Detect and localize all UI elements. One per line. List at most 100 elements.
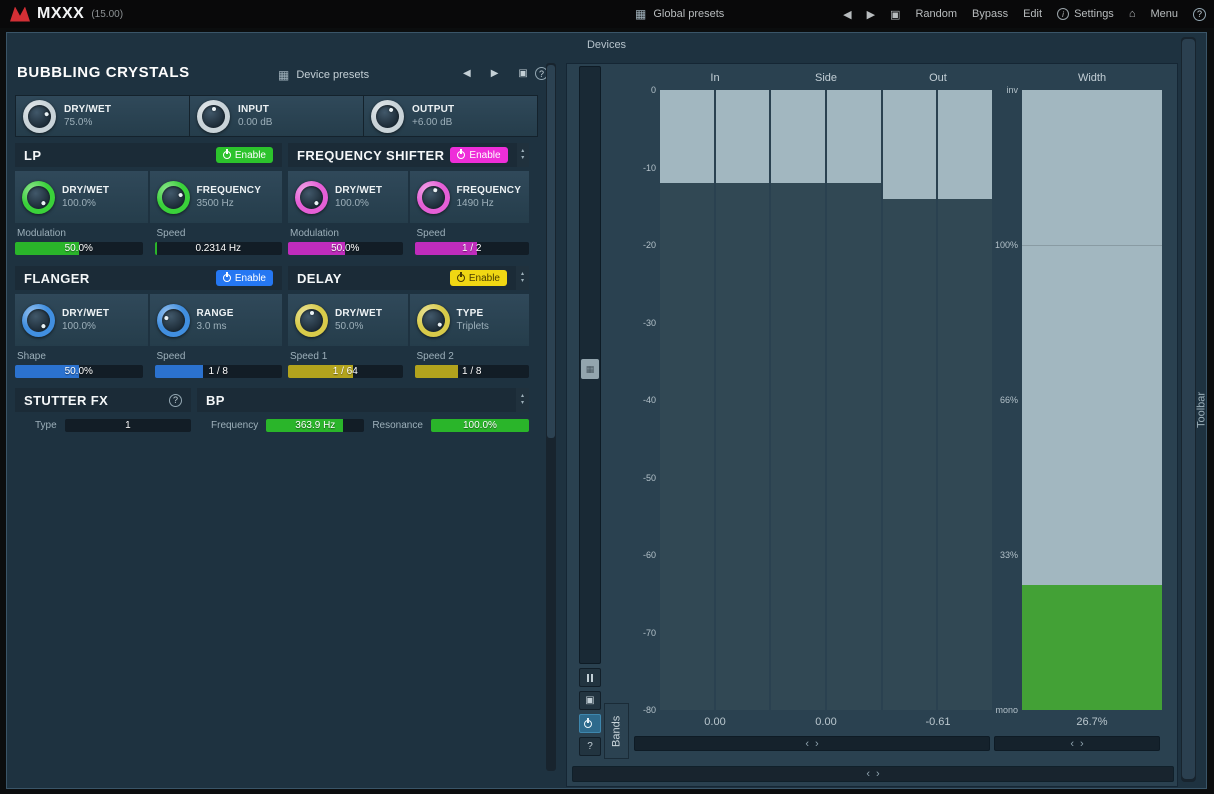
input-knob[interactable] <box>197 100 230 133</box>
device-prev-button[interactable]: ◀ <box>463 68 471 79</box>
random-button[interactable]: Random <box>915 8 957 20</box>
stutter-help-icon[interactable]: ? <box>169 394 182 407</box>
module-title: BP <box>206 393 510 408</box>
scrollbar-thumb[interactable] <box>1182 39 1195 779</box>
slider-value: 100.0% <box>431 419 529 432</box>
width-meter <box>1022 90 1162 710</box>
scroll-right-icon[interactable]: › <box>815 738 819 750</box>
delay-dry-wet-cell: DRY/WET 50.0% <box>288 294 408 346</box>
meter-zoom-slider[interactable]: ▦ <box>579 66 601 664</box>
width-horizontal-scrollbar[interactable]: ‹ › <box>994 736 1160 751</box>
panel-horizontal-scrollbar[interactable]: ‹ › <box>572 766 1174 782</box>
scroll-left-icon[interactable]: ‹ <box>805 738 809 750</box>
delay-enable-button[interactable]: Enable <box>450 270 507 286</box>
tab-bands[interactable]: Bands <box>604 703 629 759</box>
lp-frequency-cell: FREQUENCY 3500 Hz <box>150 171 283 223</box>
settings-button[interactable]: i Settings <box>1057 8 1114 20</box>
scroll-left-icon[interactable]: ‹ <box>1070 738 1074 750</box>
knob-label: DRY/WET <box>64 103 111 116</box>
speed-slider[interactable]: Speed 0.2314 Hz <box>155 226 283 255</box>
modulation-slider[interactable]: Modulation 50.0% <box>15 226 143 255</box>
speed-slider[interactable]: Speed 1 / 2 <box>415 226 530 255</box>
frequency-knob[interactable] <box>417 181 450 214</box>
home-icon[interactable]: ⌂ <box>1129 8 1136 20</box>
knob-pointer <box>366 94 410 138</box>
dry-wet-knob[interactable] <box>22 181 55 214</box>
screenshot-icon[interactable]: ▣ <box>890 8 900 21</box>
module-delay: DELAY Enable ▴▾ DRY/WET 50.0% TYPE Tripl <box>288 266 529 378</box>
slider-value: 1 <box>65 419 191 432</box>
slider-value: 363.9 Hz <box>266 419 364 432</box>
knob-label: TYPE <box>457 307 489 320</box>
meter-power-button[interactable] <box>579 714 601 733</box>
output-knob[interactable] <box>371 100 404 133</box>
module-spinner[interactable]: ▴▾ <box>517 143 529 167</box>
speed-2-slider[interactable]: Speed 2 1 / 8 <box>415 349 530 378</box>
knob-pointer <box>15 174 62 221</box>
previous-preset-button[interactable]: ◀ <box>843 8 851 21</box>
fs-dry-wet-cell: DRY/WET 100.0% <box>288 171 408 223</box>
type-knob[interactable] <box>417 304 450 337</box>
frequency-knob[interactable] <box>157 181 190 214</box>
menu-button[interactable]: Menu <box>1150 8 1178 20</box>
slider-handle[interactable]: ▦ <box>581 359 599 379</box>
detach-window-button[interactable]: ▣ <box>579 691 601 710</box>
lp-enable-button[interactable]: Enable <box>216 147 273 163</box>
meter-help-button[interactable]: ? <box>579 737 601 756</box>
slider-label: Frequency <box>211 420 258 431</box>
pause-button[interactable] <box>579 668 601 687</box>
range-knob[interactable] <box>157 304 190 337</box>
flanger-dry-wet-cell: DRY/WET 100.0% <box>15 294 148 346</box>
master-controls: DRY/WET 75.0% INPUT 0.00 dB OUTPUT +6.00… <box>15 95 538 137</box>
dry-wet-knob[interactable] <box>295 181 328 214</box>
tab-toolbar[interactable]: Toolbar <box>1195 378 1208 442</box>
meter-horizontal-scrollbar[interactable]: ‹ › <box>634 736 990 751</box>
meter-group-label-side: Side <box>771 72 881 84</box>
tab-devices[interactable]: Devices <box>7 39 1206 51</box>
slider-label: Shape <box>17 351 143 363</box>
scrollbar-thumb[interactable] <box>547 65 555 438</box>
flanger-enable-button[interactable]: Enable <box>216 270 273 286</box>
type-slider[interactable]: 1 <box>65 419 191 432</box>
frequency-shifter-enable-button[interactable]: Enable <box>450 147 507 163</box>
slider-label: Modulation <box>290 228 403 240</box>
knob-pointer <box>153 300 193 340</box>
module-spinner[interactable]: ▴▾ <box>516 266 529 290</box>
modulation-slider[interactable]: Modulation 50.0% <box>288 226 403 255</box>
module-header: LP Enable <box>15 143 282 167</box>
knob-value: Triplets <box>457 320 489 333</box>
device-panel-scrollbar[interactable] <box>546 63 556 771</box>
knob-pointer <box>410 297 455 342</box>
knob-label: DRY/WET <box>335 184 382 197</box>
device-next-button[interactable]: ▶ <box>491 68 499 79</box>
global-presets-button[interactable]: ▦ Global presets <box>635 0 724 28</box>
vertical-scrollbar[interactable] <box>1181 37 1196 782</box>
knob-pointer <box>197 100 230 133</box>
scroll-right-icon[interactable]: › <box>876 768 880 780</box>
speed-1-slider[interactable]: Speed 1 1 / 64 <box>288 349 403 378</box>
knob-value: 100.0% <box>62 197 109 210</box>
module-header: DELAY Enable ▴▾ <box>288 266 529 290</box>
help-icon[interactable]: ? <box>1193 8 1206 21</box>
module-spinner[interactable]: ▴▾ <box>516 388 529 412</box>
edit-button[interactable]: Edit <box>1023 8 1042 20</box>
knob-value: 100.0% <box>62 320 109 333</box>
slider-value: 0.2314 Hz <box>155 242 283 255</box>
next-preset-button[interactable]: ▶ <box>867 8 875 21</box>
dry-wet-knob[interactable] <box>23 100 56 133</box>
device-screenshot-icon[interactable]: ▣ <box>518 68 527 79</box>
device-presets-button[interactable]: ▦ Device presets <box>278 68 369 82</box>
knob-pointer <box>18 95 61 138</box>
dry-wet-knob[interactable] <box>295 304 328 337</box>
slider-label: Speed <box>157 228 283 240</box>
knob-label: DRY/WET <box>62 307 109 320</box>
bypass-button[interactable]: Bypass <box>972 8 1008 20</box>
speed-slider[interactable]: Speed 1 / 8 <box>155 349 283 378</box>
dry-wet-knob[interactable] <box>22 304 55 337</box>
resonance-slider[interactable]: 100.0% <box>431 419 529 432</box>
scroll-left-icon[interactable]: ‹ <box>866 768 870 780</box>
scroll-right-icon[interactable]: › <box>1080 738 1084 750</box>
frequency-slider[interactable]: 363.9 Hz <box>266 419 364 432</box>
shape-slider[interactable]: Shape 50.0% <box>15 349 143 378</box>
pause-icon <box>587 674 593 682</box>
